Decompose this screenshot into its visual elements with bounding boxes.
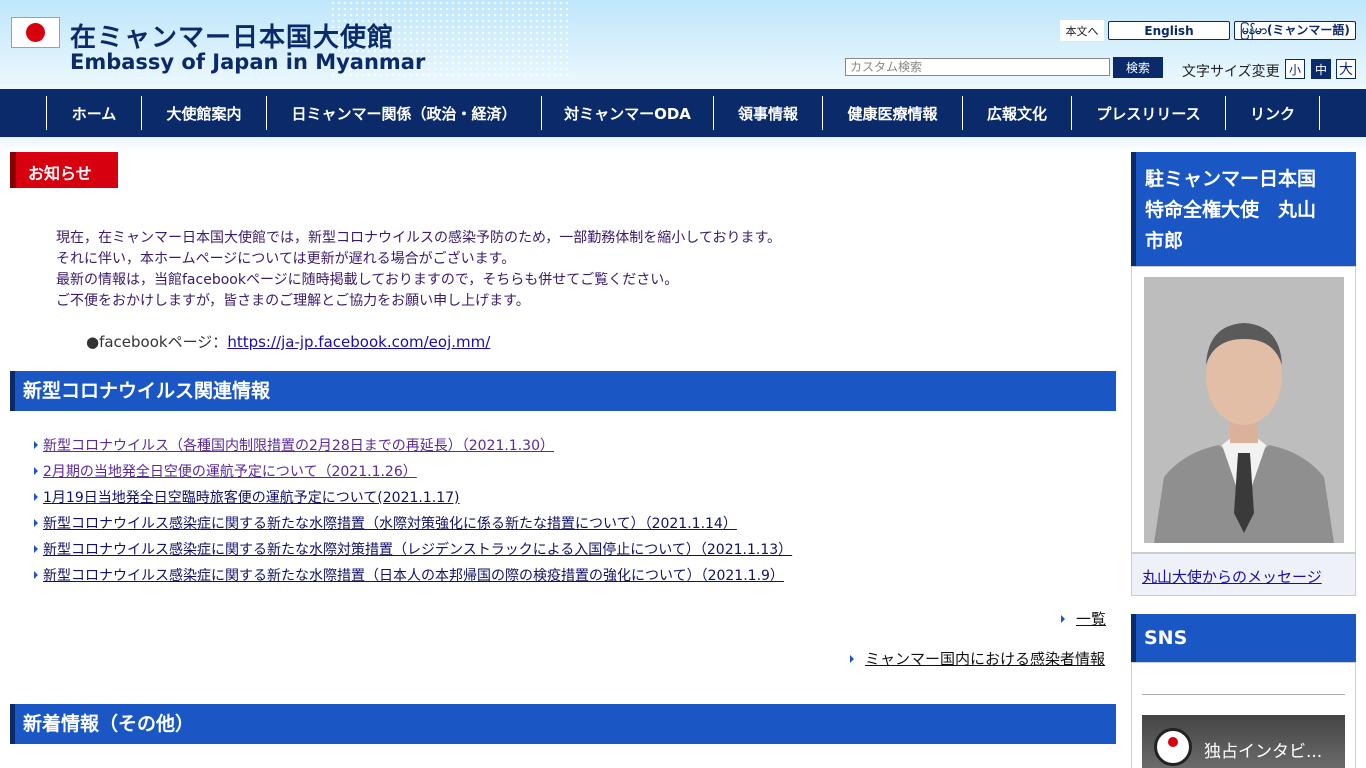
arrow-right-icon <box>34 519 38 527</box>
video-thumbnail[interactable]: 独占インタビ... <box>1142 715 1345 768</box>
sns-heading: SNS <box>1131 614 1356 662</box>
covid-news-link[interactable]: 新型コロナウイルス感染症に関する新たな水際措置（水際対策強化に係る新たな措置につ… <box>43 513 737 533</box>
ambassador-message-box: 丸山大使からのメッセージ <box>1131 553 1356 596</box>
skip-to-content-link[interactable]: 本文へ <box>1060 20 1104 41</box>
nav-item-press[interactable]: プレスリリース <box>1071 96 1225 130</box>
ambassador-heading-line: 駐ミャンマー日本国 <box>1145 168 1317 190</box>
font-size-label: 文字サイズ変更 <box>1182 64 1280 80</box>
site-header: 在ミャンマー日本国大使館 Embassy of Japan in Myanmar… <box>0 0 1366 89</box>
arrow-right-icon <box>1061 614 1065 623</box>
arrow-right-icon <box>34 467 38 475</box>
arrow-right-icon <box>34 441 38 449</box>
facebook-label: ●facebookページ： <box>86 333 228 351</box>
font-size-large-button[interactable]: 大 <box>1336 59 1356 79</box>
flag-sun <box>26 23 45 42</box>
covid-list-all-label[interactable]: 一覧 <box>1076 608 1106 629</box>
covid-news-link[interactable]: 1月19日当地発全日空臨時旅客便の運航予定について(2021.1.17) <box>43 487 459 507</box>
covid-news-link[interactable]: 新型コロナウイルス感染症に関する新たな水際措置（日本人の本邦帰国の際の検疫措置の… <box>43 565 784 585</box>
covid-cases-label[interactable]: ミャンマー国内における感染者情報 <box>865 648 1105 669</box>
search-button[interactable]: 検索 <box>1113 57 1163 78</box>
arrow-right-icon <box>34 571 38 579</box>
ambassador-heading-line: 市郎 <box>1145 230 1184 252</box>
covid-list-all-link[interactable]: 一覧 <box>1061 608 1106 629</box>
myanmar-language-button[interactable]: မြန်မာ(ミャンマー語) <box>1234 21 1356 40</box>
font-size-medium-button[interactable]: 中 <box>1311 59 1331 79</box>
list-item: 新型コロナウイルス感染症に関する新たな水際措置（水際対策強化に係る新たな措置につ… <box>34 510 792 536</box>
japan-flag-icon[interactable] <box>11 17 60 48</box>
notice-line: 現在，在ミャンマー日本国大使館では，新型コロナウイルスの感染予防のため，一部勤務… <box>56 230 782 246</box>
covid-news-link[interactable]: 新型コロナウイルス（各種国内制限措置の2月28日までの再延長）（2021.1.3… <box>43 435 554 455</box>
covid-news-link[interactable]: 新型コロナウイルス感染症に関する新たな水際対策措置（レジデンストラックによる入国… <box>43 539 792 559</box>
notice-line: 最新の情報は，当館facebookページに随時掲載しておりますので，そちらも併せ… <box>56 272 679 288</box>
covid-cases-link[interactable]: ミャンマー国内における感染者情報 <box>850 648 1105 669</box>
arrow-right-icon <box>34 493 38 501</box>
covid-news-link[interactable]: 2月期の当地発全日空便の運航予定について（2021.1.26） <box>43 461 417 481</box>
search-input[interactable]: カスタム検索 <box>845 58 1110 76</box>
list-item: 新型コロナウイルス感染症に関する新たな水際措置（日本人の本邦帰国の際の検疫措置の… <box>34 562 792 588</box>
font-size-small-button[interactable]: 小 <box>1285 59 1305 79</box>
nav-shadow-bar <box>0 137 1366 151</box>
nav-item-embassy[interactable]: 大使館案内 <box>141 96 266 130</box>
sns-box: 独占インタビ... <box>1131 662 1356 768</box>
list-item: 新型コロナウイルス（各種国内制限措置の2月28日までの再延長）（2021.1.3… <box>34 432 792 458</box>
embassy-logo-icon <box>1154 728 1192 766</box>
arrow-right-icon <box>34 545 38 553</box>
notice-line: ご不便をおかけしますが，皆さまのご理解とご協力をお願い申し上げます。 <box>56 293 530 309</box>
notice-line: それに伴い，本ホームページについては更新が遅れる場合がございます。 <box>56 251 516 267</box>
list-item: 1月19日当地発全日空臨時旅客便の運航予定について(2021.1.17) <box>34 484 792 510</box>
site-title-ja[interactable]: 在ミャンマー日本国大使館 <box>70 17 394 54</box>
ambassador-message-link[interactable]: 丸山大使からのメッセージ <box>1142 566 1322 587</box>
sns-divider <box>1142 694 1345 695</box>
site-title-en[interactable]: Embassy of Japan in Myanmar <box>70 50 425 74</box>
facebook-line: ●facebookページ：https://ja-jp.facebook.com/… <box>86 331 490 352</box>
ambassador-photo-box <box>1131 266 1356 553</box>
nav-item-relations[interactable]: 日ミャンマー関係（政治・経済） <box>266 96 541 130</box>
video-title[interactable]: 独占インタビ... <box>1204 737 1322 762</box>
nav-item-health[interactable]: 健康医療情報 <box>822 96 962 130</box>
main-navigation: ホーム 大使館案内 日ミャンマー関係（政治・経済） 対ミャンマーODA 領事情報… <box>0 89 1366 137</box>
ambassador-heading-line: 特命全権大使 丸山 <box>1145 199 1317 221</box>
nav-item-consular[interactable]: 領事情報 <box>713 96 822 130</box>
nav-item-links[interactable]: リンク <box>1225 96 1320 130</box>
nav-item-oda[interactable]: 対ミャンマーODA <box>541 96 713 130</box>
nav-item-home[interactable]: ホーム <box>46 96 141 130</box>
covid-section-heading: 新型コロナウイルス関連情報 <box>10 371 1116 411</box>
notice-heading: お知らせ <box>10 152 118 188</box>
ambassador-heading: 駐ミャンマー日本国 特命全権大使 丸山 市郎 <box>1131 152 1356 266</box>
notice-text: 現在，在ミャンマー日本国大使館では，新型コロナウイルスの感染予防のため，一部勤務… <box>56 228 781 312</box>
facebook-link[interactable]: https://ja-jp.facebook.com/eoj.mm/ <box>227 333 490 351</box>
list-item: 2月期の当地発全日空便の運航予定について（2021.1.26） <box>34 458 792 484</box>
news-section-heading: 新着情報（その他） <box>10 704 1116 744</box>
ambassador-photo[interactable] <box>1144 277 1344 543</box>
list-item: 新型コロナウイルス感染症に関する新たな水際対策措置（レジデンストラックによる入国… <box>34 536 792 562</box>
covid-news-list: 新型コロナウイルス（各種国内制限措置の2月28日までの再延長）（2021.1.3… <box>34 432 792 588</box>
notice-heading-label: お知らせ <box>28 164 92 183</box>
english-language-button[interactable]: English <box>1108 21 1230 40</box>
arrow-right-icon <box>850 654 854 663</box>
ambassador-portrait-image <box>1144 277 1344 543</box>
nav-item-culture[interactable]: 広報文化 <box>962 96 1071 130</box>
